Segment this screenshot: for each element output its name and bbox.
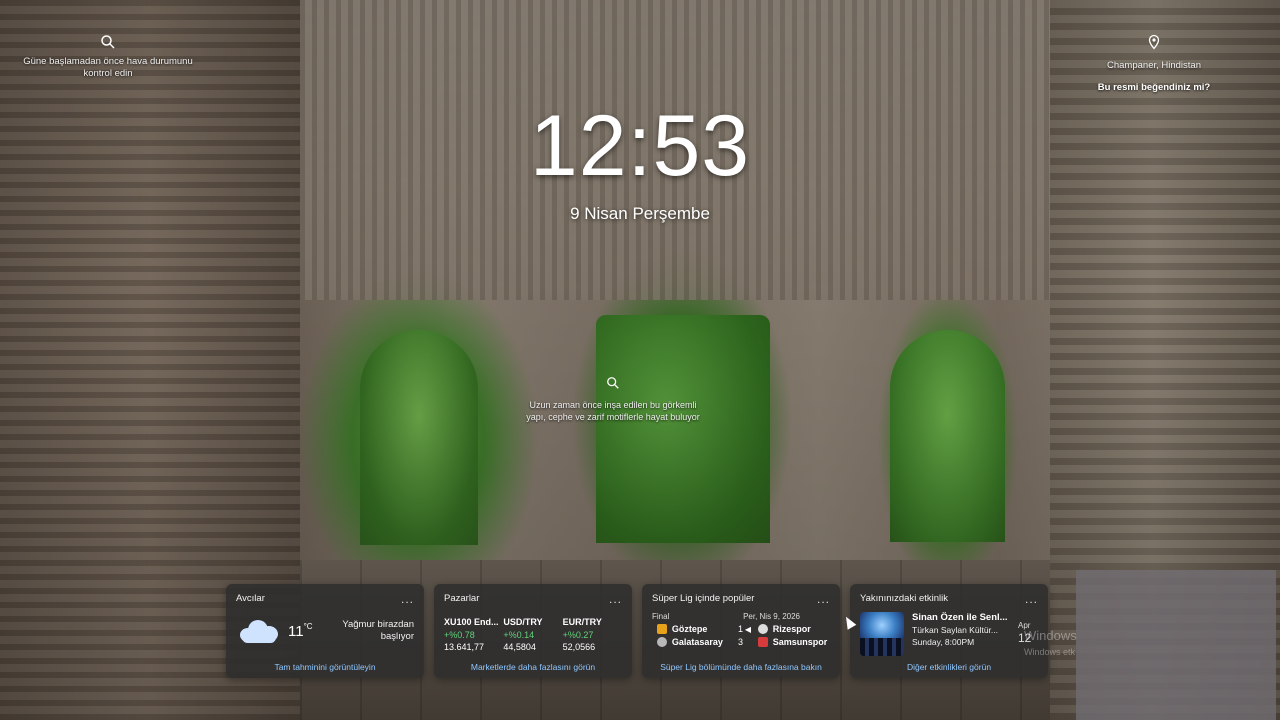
events-more-button[interactable]: ...	[1025, 593, 1038, 605]
markets-widget[interactable]: Pazarlar ... XU100 End... +%0.78 13.641,…	[434, 584, 632, 678]
cloud-icon	[236, 618, 280, 644]
team-badge-icon	[757, 624, 768, 634]
like-image-prompt[interactable]: Bu resmi beğendiniz mi?	[1098, 82, 1210, 93]
markets-more-button[interactable]: ...	[609, 593, 622, 605]
markets-more-link[interactable]: Marketlerde daha fazlasını görün	[434, 662, 632, 672]
lock-screen-date: 9 Nisan Perşembe	[570, 204, 710, 223]
market-item-xu100[interactable]: XU100 End... +%0.78 13.641,77	[444, 616, 503, 654]
event-venue: Türkan Saylan Kültür...	[912, 625, 998, 635]
match-row[interactable]: Göztepe 1 ◀ Rizespor	[652, 624, 830, 634]
market-item-usdtry[interactable]: USD/TRY +%0.14 44,5804	[503, 616, 562, 654]
background-arch-window-center	[596, 315, 770, 543]
winner-arrow-icon: ◀	[744, 624, 751, 634]
weather-widget-title: Avcılar	[236, 593, 265, 604]
event-time: Sunday, 8:00PM	[912, 637, 975, 647]
activation-watermark: Windows Windows etk	[1024, 628, 1077, 657]
event-item[interactable]: Sinan Özen ile Senl... Türkan Saylan Kül…	[860, 612, 1038, 656]
event-title: Sinan Özen ile Senl...	[912, 612, 1008, 623]
match-row[interactable]: Galatasaray 3 Samsunspor	[652, 637, 830, 647]
weather-widget[interactable]: Avcılar ... 11°C Yağmur birazdan başlıyo…	[226, 584, 424, 678]
image-location: Champaner, Hindistan	[1107, 60, 1201, 71]
events-more-link[interactable]: Diğer etkinlikleri görün	[850, 662, 1048, 672]
image-fact-text: Uzun zaman önce inşa edilen bu görkemli …	[526, 400, 700, 422]
search-icon	[607, 377, 619, 389]
image-fact[interactable]: Uzun zaman önce inşa edilen bu görkemli …	[520, 376, 706, 423]
search-icon	[101, 35, 115, 49]
match-status: Final	[652, 612, 670, 621]
weather-prompt-text: Güne başlamadan önce hava durumunu kontr…	[23, 56, 193, 79]
background-arch-window-right	[890, 330, 1005, 542]
market-item-eurtry[interactable]: EUR/TRY +%0.27 52,0566	[563, 616, 622, 654]
events-widget-title: Yakınınızdaki etkinlik	[860, 593, 949, 604]
team-badge-icon	[757, 637, 768, 647]
weather-more-button[interactable]: ...	[401, 593, 414, 605]
event-thumbnail	[860, 612, 904, 656]
image-info[interactable]: Champaner, Hindistan Bu resmi beğendiniz…	[1090, 34, 1218, 95]
weather-prompt[interactable]: Güne başlamadan önce hava durumunu kontr…	[18, 34, 198, 80]
league-more-link[interactable]: Süper Lig bölümünde daha fazlasına bakın	[642, 662, 840, 672]
league-more-button[interactable]: ...	[817, 593, 830, 605]
weather-forecast-link[interactable]: Tam tahminini görüntüleyin	[226, 662, 424, 672]
next-widget-peek[interactable]	[1076, 570, 1276, 720]
weather-condition: Yağmur birazdan başlıyor	[342, 619, 414, 642]
team-badge-icon	[657, 624, 667, 634]
background-arch-window-left	[360, 330, 478, 545]
lock-screen-clock: 12:53	[529, 98, 751, 194]
league-widget[interactable]: Süper Lig içinde popüler ... Final Per, …	[642, 584, 840, 678]
match-date: Per, Nis 9, 2026	[743, 612, 800, 621]
league-widget-title: Süper Lig içinde popüler	[652, 593, 755, 604]
weather-temperature: 11°C	[288, 622, 313, 640]
location-pin-icon	[1148, 34, 1160, 50]
team-badge-icon	[657, 637, 667, 647]
markets-widget-title: Pazarlar	[444, 593, 480, 604]
